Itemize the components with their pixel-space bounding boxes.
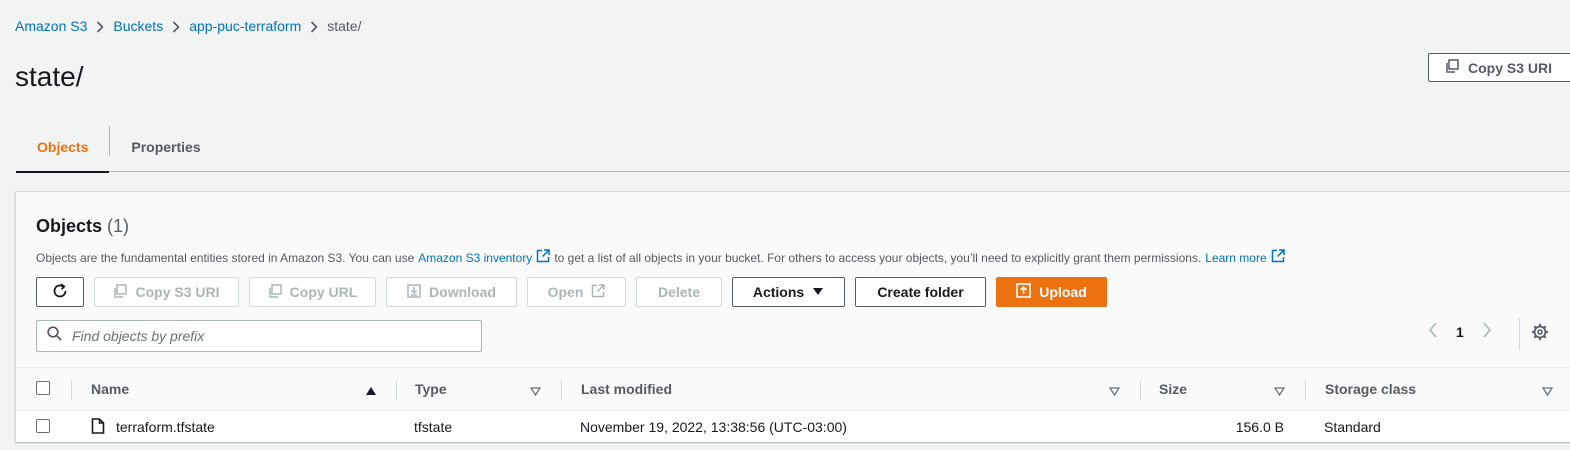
breadcrumb-current: state/ — [327, 18, 362, 34]
next-page-icon[interactable] — [1482, 322, 1492, 341]
sort-icon[interactable] — [529, 383, 542, 401]
objects-toolbar: Copy S3 URI Copy URL Download Open Delet… — [36, 277, 1107, 307]
select-all-checkbox[interactable] — [36, 381, 50, 395]
open-button[interactable]: Open — [527, 277, 626, 307]
column-header-name[interactable]: Name — [91, 368, 129, 410]
file-icon — [91, 418, 105, 439]
row-checkbox[interactable] — [36, 419, 50, 433]
copy-url-label: Copy URL — [289, 284, 358, 300]
pager-divider — [1519, 318, 1520, 350]
delete-button[interactable]: Delete — [636, 277, 722, 307]
sort-icon[interactable] — [1108, 383, 1121, 401]
description-text-1: Objects are the fundamental entities sto… — [36, 250, 415, 265]
copy-s3-uri-header-label: Copy S3 URI — [1468, 59, 1553, 76]
sort-ascending-icon[interactable] — [365, 383, 377, 401]
description-text-2: to get a list of all objects in your buc… — [554, 250, 1202, 265]
learn-more-link[interactable]: Learn more — [1205, 249, 1285, 266]
column-divider — [1305, 380, 1306, 400]
download-button[interactable]: Download — [386, 277, 517, 307]
chevron-right-icon — [163, 18, 189, 34]
search-box — [36, 320, 482, 352]
tab-objects[interactable]: Objects — [16, 122, 110, 173]
breadcrumb-buckets[interactable]: Buckets — [113, 18, 163, 34]
search-input[interactable] — [70, 327, 460, 345]
column-header-type[interactable]: Type — [415, 368, 447, 410]
page-title: state/ — [15, 61, 84, 92]
copy-icon — [113, 283, 128, 301]
external-link-icon — [591, 283, 606, 301]
delete-label: Delete — [657, 284, 701, 300]
chevron-right-icon — [301, 18, 327, 34]
download-icon — [407, 283, 421, 301]
upload-label: Upload — [1039, 284, 1087, 300]
refresh-button[interactable] — [36, 277, 84, 307]
pagination: 1 — [1428, 322, 1492, 341]
learn-more-label: Learn more — [1205, 250, 1267, 265]
sort-icon[interactable] — [1541, 383, 1554, 401]
s3-inventory-link-label: Amazon S3 inventory — [418, 250, 533, 265]
tabs: Objects Properties — [16, 122, 1570, 173]
objects-title-text: Objects — [36, 216, 103, 236]
upload-icon — [1016, 283, 1032, 301]
column-header-storage-class[interactable]: Storage class — [1325, 368, 1416, 410]
chevron-right-icon — [87, 18, 113, 34]
external-link-icon — [1271, 249, 1285, 266]
objects-panel-title: Objects (1) — [36, 216, 129, 237]
upload-button[interactable]: Upload — [996, 277, 1107, 307]
column-divider — [1140, 380, 1141, 400]
sort-icon[interactable] — [1273, 383, 1286, 401]
column-divider — [561, 380, 562, 400]
open-label: Open — [547, 284, 584, 300]
copy-icon — [268, 283, 282, 301]
page-number[interactable]: 1 — [1456, 324, 1464, 340]
column-divider — [71, 380, 72, 400]
copy-s3-uri-button[interactable]: Copy S3 URI — [94, 277, 239, 307]
actions-label: Actions — [752, 284, 805, 300]
copy-s3-uri-header-button[interactable]: Copy S3 URI — [1428, 53, 1570, 82]
breadcrumb: Amazon S3 Buckets app-puc-terraform stat… — [15, 18, 361, 34]
tab-properties[interactable]: Properties — [110, 122, 221, 172]
column-divider — [396, 380, 397, 400]
column-header-last-modified[interactable]: Last modified — [581, 368, 672, 410]
objects-count: (1) — [107, 216, 130, 236]
download-label: Download — [429, 284, 496, 300]
create-folder-button[interactable]: Create folder — [855, 277, 986, 307]
table-header: Name Type Last modified Size Storage cla… — [16, 367, 1570, 411]
s3-inventory-link[interactable]: Amazon S3 inventory — [418, 249, 551, 266]
search-icon — [47, 326, 62, 346]
refresh-icon — [51, 282, 69, 303]
previous-page-icon[interactable] — [1428, 322, 1438, 341]
object-name-link[interactable]: terraform.tfstate — [116, 411, 215, 442]
breadcrumb-amazon-s3[interactable]: Amazon S3 — [15, 18, 87, 34]
actions-dropdown-button[interactable]: Actions — [732, 277, 845, 307]
object-storage-class: Standard — [1324, 418, 1381, 435]
object-last-modified: November 19, 2022, 13:38:56 (UTC-03:00) — [580, 418, 847, 435]
copy-url-button[interactable]: Copy URL — [249, 277, 376, 307]
copy-s3-uri-label: Copy S3 URI — [135, 284, 220, 300]
copy-icon — [1445, 59, 1459, 76]
objects-panel-header: Objects (1) Objects are the fundamental … — [16, 192, 1570, 367]
breadcrumb-bucket[interactable]: app-puc-terraform — [189, 18, 301, 34]
objects-description: Objects are the fundamental entities sto… — [36, 249, 1285, 266]
object-size: 156.0 B — [1235, 418, 1284, 435]
table-row: terraform.tfstate tfstate November 19, 2… — [16, 411, 1570, 442]
caret-down-icon — [812, 284, 824, 300]
gear-icon[interactable] — [1531, 323, 1549, 346]
objects-panel: Objects (1) Objects are the fundamental … — [15, 191, 1570, 442]
create-folder-label: Create folder — [877, 284, 964, 300]
column-header-size[interactable]: Size — [1159, 368, 1187, 410]
external-link-icon — [536, 249, 551, 266]
object-type: tfstate — [414, 418, 453, 435]
